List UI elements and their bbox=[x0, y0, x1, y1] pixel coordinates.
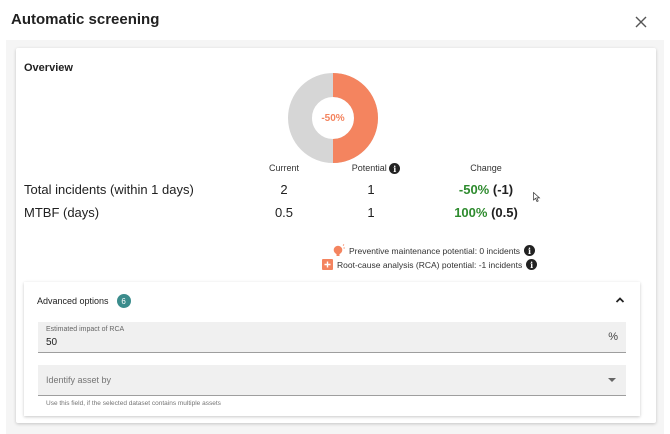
total-incidents-current: 2 bbox=[280, 182, 288, 197]
advanced-options-badge: 6 bbox=[116, 294, 131, 308]
rca-potential: Root-cause analysis (RCA) potential: -1 … bbox=[322, 259, 538, 270]
mtbf-potential: 1 bbox=[367, 205, 375, 220]
overview-card: Overview -50% Current Potential i Change… bbox=[16, 48, 656, 423]
total-incidents-change-abs: (-1) bbox=[492, 182, 514, 197]
advanced-options-panel: Advanced options 6 Estimated impact of R… bbox=[24, 282, 640, 416]
dialog-title: Automatic screening bbox=[11, 11, 160, 28]
pm-potential: Preventive maintenance potential: 0 inci… bbox=[332, 244, 536, 257]
info-icon[interactable]: i bbox=[389, 163, 401, 175]
identify-asset-select[interactable]: Identify asset by bbox=[38, 365, 626, 396]
column-change: Change bbox=[470, 163, 502, 173]
total-incidents-change-pct: -50% bbox=[458, 182, 490, 197]
mouse-cursor-icon bbox=[533, 192, 541, 202]
row-label-total-incidents: Total incidents (within 1 days) bbox=[24, 182, 194, 197]
rca-impact-value: 50 bbox=[46, 337, 58, 348]
advanced-options-title: Advanced options bbox=[37, 296, 109, 306]
identify-asset-helper: Use this field, if the selected dataset … bbox=[46, 400, 221, 407]
info-icon[interactable]: i bbox=[526, 259, 538, 270]
rca-impact-field[interactable]: Estimated impact of RCA 50 % bbox=[38, 322, 626, 353]
plus-square-icon bbox=[322, 259, 333, 270]
pm-potential-text: Preventive maintenance potential: 0 inci… bbox=[349, 245, 521, 256]
chevron-up-icon[interactable] bbox=[614, 294, 626, 306]
lightbulb-icon bbox=[333, 244, 345, 256]
row-label-mtbf: MTBF (days) bbox=[24, 205, 100, 220]
dialog-content: Overview -50% Current Potential i Change… bbox=[6, 40, 664, 434]
mtbf-change: 100% (0.5) bbox=[436, 205, 536, 220]
close-icon[interactable] bbox=[633, 14, 649, 30]
total-incidents-potential: 1 bbox=[367, 182, 375, 197]
info-icon[interactable]: i bbox=[524, 245, 536, 256]
column-potential-label: Potential bbox=[351, 163, 387, 173]
column-current: Current bbox=[268, 163, 299, 173]
percent-suffix: % bbox=[608, 331, 618, 343]
total-incidents-change: -50% (-1) bbox=[436, 182, 536, 197]
screening-dialog: Automatic screening Overview -50% Curren… bbox=[0, 0, 670, 434]
rca-potential-text: Root-cause analysis (RCA) potential: -1 … bbox=[337, 259, 523, 270]
advanced-options-header[interactable]: Advanced options 6 bbox=[37, 294, 131, 308]
overview-title: Overview bbox=[24, 62, 73, 74]
identify-asset-placeholder: Identify asset by bbox=[46, 375, 112, 385]
caret-down-icon bbox=[608, 378, 616, 382]
mtbf-current: 0.5 bbox=[274, 205, 294, 220]
donut-label: -50% bbox=[321, 112, 345, 124]
mtbf-change-abs: (0.5) bbox=[491, 205, 518, 220]
mtbf-change-pct: 100% bbox=[454, 205, 488, 220]
column-potential: Potential i bbox=[336, 163, 416, 175]
rca-impact-label: Estimated impact of RCA bbox=[46, 326, 125, 333]
